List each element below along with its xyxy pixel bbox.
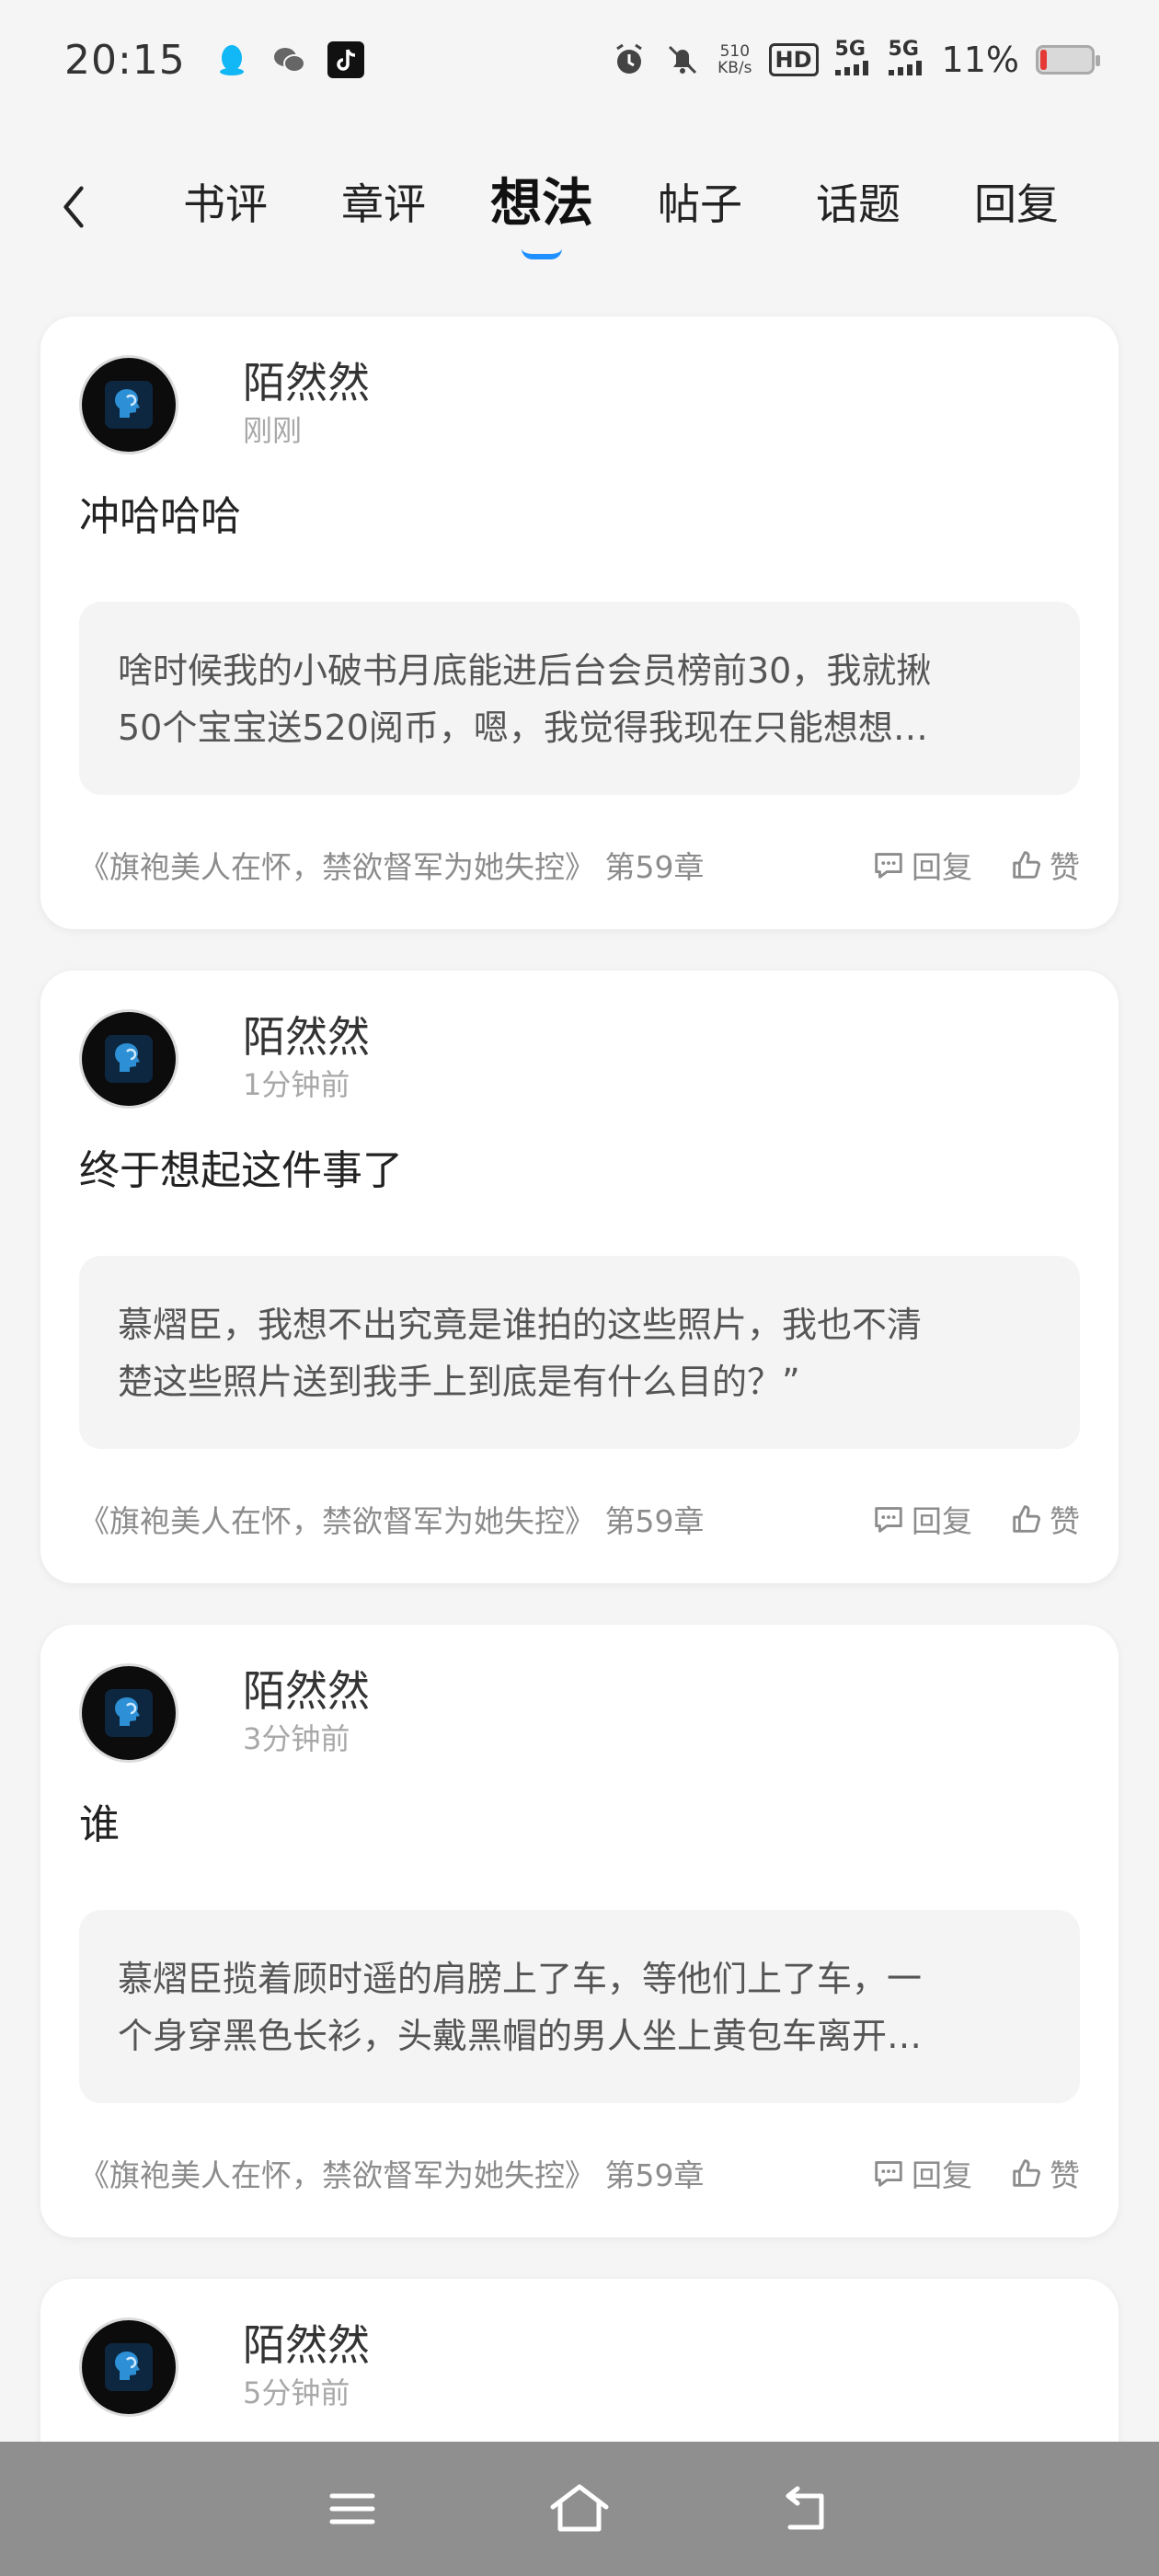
post-header: 陌然然 3分钟前 (79, 1663, 999, 1765)
mute-icon (664, 41, 701, 78)
active-tab-indicator (522, 248, 562, 259)
post-time: 5分钟前 (243, 2375, 350, 2410)
tab-bar: 书评 章评 想法 帖子 话题 回复 (156, 156, 1085, 267)
comment-icon (875, 1507, 902, 1533)
menu-icon (329, 2493, 375, 2524)
thumbs-up-icon (1013, 2159, 1040, 2187)
username[interactable]: 陌然然 (243, 1009, 370, 1064)
username[interactable]: 陌然然 (243, 1663, 370, 1719)
post-footer: 《旗袍美人在怀，禁欲督军为她失控》 第59章 回复 赞 (79, 839, 1080, 891)
post-content: 谁 (79, 1801, 120, 1848)
quoted-passage[interactable]: 慕熠臣，我想不出究竟是谁拍的这些照片，我也不清 楚这些照片送到我手上到底是有什么… (79, 1256, 1080, 1449)
like-button[interactable]: 赞 (1009, 2151, 1080, 2195)
back-button[interactable] (46, 175, 101, 239)
username[interactable]: 陌然然 (243, 2317, 370, 2373)
tab-header: 书评 章评 想法 帖子 话题 回复 (0, 156, 1159, 267)
chapter-link[interactable]: 《旗袍美人在怀，禁欲督军为她失控》 第59章 (79, 2151, 834, 2195)
quote-line: 慕熠臣，我想不出究竟是谁拍的这些照片，我也不清 (118, 1305, 923, 1345)
brain-head-icon (105, 2343, 153, 2391)
qq-icon (213, 41, 250, 78)
signal-bars-icon (888, 61, 922, 75)
wechat-icon (270, 41, 307, 78)
avatar[interactable] (79, 2317, 178, 2417)
post-time: 刚刚 (243, 413, 303, 448)
thumbs-up-icon (1013, 851, 1040, 879)
signal-1: 5G (834, 40, 872, 80)
post-card[interactable]: 陌然然 刚刚 冲哈哈哈 啥时候我的小破书月底能进后台会员榜前30，我就揪 50个… (40, 316, 1119, 929)
post-card[interactable]: 陌然然 3分钟前 谁 慕熠臣揽着顾时遥的肩膀上了车，等他们上了车，一 个身穿黑色… (40, 1625, 1119, 2237)
avatar[interactable] (79, 355, 178, 454)
comment-icon (875, 2161, 902, 2187)
quote-line: 个身穿黑色长衫，头戴黑帽的男人坐上黄包车离开… (118, 2016, 923, 2056)
alarm-icon (611, 41, 648, 78)
quote-line: 慕熠臣揽着顾时遥的肩膀上了车，等他们上了车，一 (118, 1959, 923, 1999)
status-time: 20:15 (64, 36, 186, 84)
signal-bars-icon (834, 61, 868, 75)
menu-button[interactable] (311, 2467, 394, 2550)
post-header: 陌然然 5分钟前 (79, 2317, 999, 2419)
system-nav-bar (0, 2442, 1159, 2576)
battery-percent: 11% (941, 40, 1019, 80)
tab-replies[interactable]: 回复 (947, 156, 1085, 243)
home-button[interactable] (538, 2467, 621, 2550)
status-bar: 20:15 510 KB/s HD 5G 5G 11% (0, 0, 1159, 120)
brain-head-icon (105, 1689, 153, 1737)
tab-book-review[interactable]: 书评 (156, 156, 294, 243)
post-footer: 《旗袍美人在怀，禁欲督军为她失控》 第59章 回复 赞 (79, 1493, 1080, 1545)
like-button[interactable]: 赞 (1009, 843, 1080, 887)
status-left: 20:15 (64, 37, 364, 84)
signal-2: 5G (888, 40, 925, 80)
chapter-link[interactable]: 《旗袍美人在怀，禁欲督军为她失控》 第59章 (79, 843, 834, 887)
post-header: 陌然然 1分钟前 (79, 1009, 999, 1110)
reply-button[interactable]: 回复 (871, 843, 972, 887)
post-content: 终于想起这件事了 (79, 1147, 403, 1194)
quote-line: 楚这些照片送到我手上到底是有什么目的？” (118, 1362, 800, 1402)
post-content: 冲哈哈哈 (79, 493, 241, 540)
like-button[interactable]: 赞 (1009, 1497, 1080, 1541)
net-speed: 510 KB/s (717, 42, 752, 77)
hd-badge: HD (768, 43, 819, 76)
tiktok-icon (327, 41, 364, 78)
quote-line: 啥时候我的小破书月底能进后台会员榜前30，我就揪 (118, 650, 932, 691)
username[interactable]: 陌然然 (243, 355, 370, 410)
post-card[interactable]: 陌然然 1分钟前 终于想起这件事了 慕熠臣，我想不出究竟是谁拍的这些照片，我也不… (40, 971, 1119, 1583)
brain-head-icon (105, 381, 153, 429)
home-icon (550, 2484, 609, 2532)
quoted-passage[interactable]: 慕熠臣揽着顾时遥的肩膀上了车，等他们上了车，一 个身穿黑色长衫，头戴黑帽的男人坐… (79, 1910, 1080, 2103)
post-time: 1分钟前 (243, 1067, 350, 1102)
avatar[interactable] (79, 1009, 178, 1109)
quote-line: 50个宝宝送520阅币，嗯，我觉得我现在只能想想… (118, 707, 928, 748)
tab-posts[interactable]: 帖子 (631, 156, 769, 243)
tab-topics[interactable]: 话题 (789, 156, 927, 243)
reply-button[interactable]: 回复 (871, 2151, 972, 2195)
brain-head-icon (105, 1035, 153, 1083)
thumbs-up-icon (1013, 1505, 1040, 1533)
comment-icon (875, 853, 902, 879)
post-header: 陌然然 刚刚 (79, 355, 999, 456)
reply-button[interactable]: 回复 (871, 1497, 972, 1541)
post-footer: 《旗袍美人在怀，禁欲督军为她失控》 第59章 回复 赞 (79, 2147, 1080, 2199)
battery-icon (1036, 45, 1100, 75)
chevron-left-icon (63, 186, 84, 228)
chapter-link[interactable]: 《旗袍美人在怀，禁欲督军为她失控》 第59章 (79, 1497, 834, 1541)
back-nav-button[interactable] (765, 2467, 848, 2550)
avatar[interactable] (79, 1663, 178, 1763)
tab-thoughts[interactable]: 想法 (473, 156, 611, 259)
status-right: 510 KB/s HD 5G 5G 11% (611, 40, 1100, 80)
quoted-passage[interactable]: 啥时候我的小破书月底能进后台会员榜前30，我就揪 50个宝宝送520阅币，嗯，我… (79, 602, 1080, 795)
post-time: 3分钟前 (243, 1721, 350, 1756)
tab-chapter-review[interactable]: 章评 (315, 156, 453, 243)
back-icon (786, 2486, 824, 2530)
